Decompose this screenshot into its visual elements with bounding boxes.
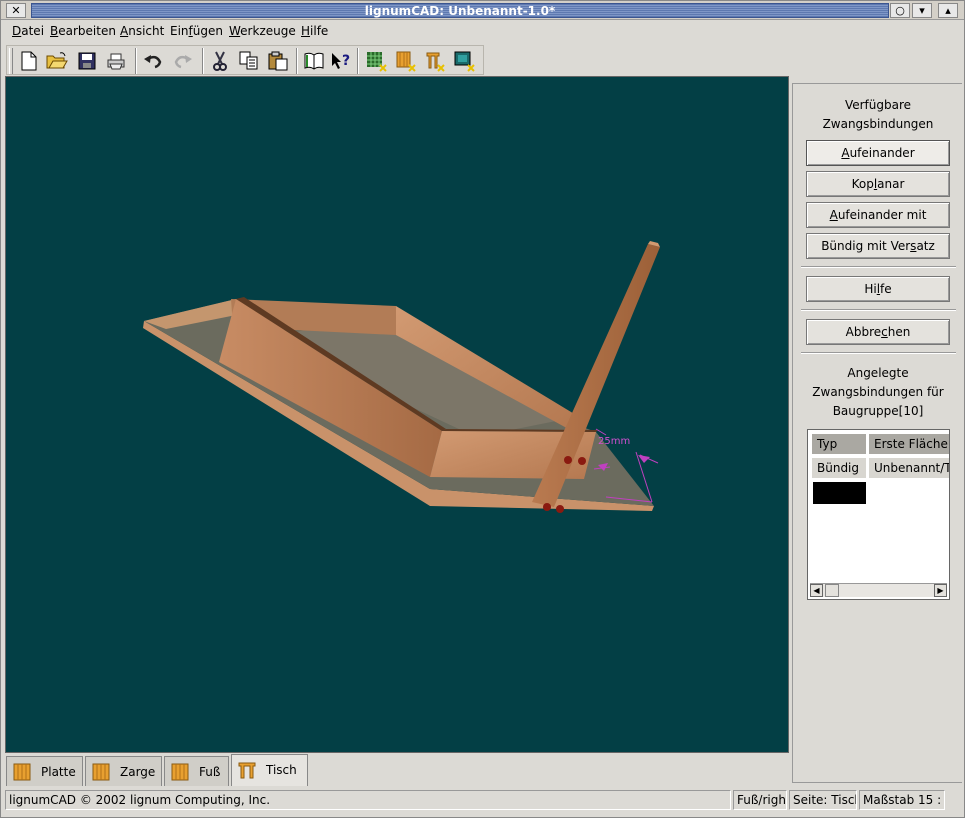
new-file-icon[interactable] bbox=[16, 49, 42, 73]
save-icon[interactable] bbox=[74, 49, 100, 73]
cut-icon[interactable] bbox=[207, 49, 233, 73]
model-render[interactable]: 25mm bbox=[6, 77, 789, 753]
paste-icon[interactable] bbox=[265, 49, 291, 73]
window-title: lignumCAD: Unbenannt-1.0* bbox=[364, 4, 556, 18]
menu-datei[interactable]: Datei bbox=[12, 24, 44, 38]
part-icon bbox=[13, 763, 31, 781]
panel-separator bbox=[801, 352, 956, 354]
buendig-versatz-button[interactable]: Bündig mit Versatz bbox=[806, 233, 950, 259]
help-book-icon[interactable] bbox=[301, 49, 327, 73]
new-page-icon[interactable] bbox=[363, 49, 389, 73]
minimize-window-button[interactable]: ▾ bbox=[912, 3, 932, 18]
main-toolbar: ? bbox=[6, 45, 484, 75]
menu-einfuegen[interactable]: Einfügen bbox=[170, 24, 223, 38]
page-tabs: Platte Zarge Fuß Tisch bbox=[6, 754, 790, 787]
title-bar[interactable]: ✕ lignumCAD: Unbenannt-1.0* ○ ▾ ▴ bbox=[1, 1, 964, 20]
panel-separator bbox=[801, 266, 956, 268]
status-copyright: lignumCAD © 2002 lignum Computing, Inc. bbox=[5, 790, 731, 810]
toolbar-grip[interactable] bbox=[9, 48, 13, 74]
close-window-button[interactable]: ✕ bbox=[6, 3, 26, 18]
status-page: Seite: Tisch bbox=[789, 790, 857, 810]
maximize-window-button[interactable]: ▴ bbox=[938, 3, 958, 18]
redo-icon[interactable] bbox=[170, 49, 196, 73]
copy-icon[interactable] bbox=[236, 49, 262, 73]
scroll-thumb[interactable] bbox=[825, 584, 839, 597]
aufeinander-abstand-button[interactable]: Aufeinander mit Abstand bbox=[806, 202, 950, 246]
menu-bearbeiten[interactable]: Bearbeiten bbox=[50, 24, 116, 38]
dimension-label: 25mm bbox=[598, 436, 630, 447]
status-scale: Maßstab 15 : 2 bbox=[859, 790, 945, 810]
aufeinander-button[interactable]: Aufeinander bbox=[806, 140, 950, 166]
undo-icon[interactable] bbox=[140, 49, 166, 73]
koplanar-button[interactable]: Koplanar bbox=[806, 171, 950, 197]
scroll-left-icon[interactable]: ◀ bbox=[810, 584, 823, 597]
print-icon[interactable] bbox=[103, 49, 129, 73]
column-header-typ[interactable]: Typ bbox=[811, 433, 867, 455]
part-icon bbox=[92, 763, 110, 781]
menu-ansicht[interactable]: Ansicht bbox=[120, 24, 164, 38]
whats-this-icon[interactable]: ? bbox=[328, 49, 354, 73]
table-horizontal-scrollbar[interactable]: ◀ ▶ bbox=[810, 583, 947, 597]
tab-platte[interactable]: Platte bbox=[6, 756, 83, 786]
tab-zarge[interactable]: Zarge bbox=[85, 756, 162, 786]
tab-tisch[interactable]: Tisch bbox=[231, 754, 308, 786]
application-window: ✕ lignumCAD: Unbenannt-1.0* ○ ▾ ▴ Datei … bbox=[0, 0, 965, 818]
title-stripe: lignumCAD: Unbenannt-1.0* bbox=[31, 3, 889, 18]
available-constraints-title: Verfügbare bbox=[844, 98, 912, 112]
toolbar-separator bbox=[357, 48, 359, 74]
toolbar-separator bbox=[296, 48, 298, 74]
table-cell-erste-flaeche[interactable]: Unbenannt/Ti bbox=[868, 457, 949, 479]
table-cell-typ[interactable]: Bündig bbox=[811, 457, 867, 479]
abbrechen-button[interactable]: Abbrechen bbox=[806, 319, 950, 345]
scroll-right-icon[interactable]: ▶ bbox=[934, 584, 947, 597]
menu-hilfe[interactable]: Hilfe bbox=[301, 24, 328, 38]
new-view-icon[interactable] bbox=[451, 49, 477, 73]
constraints-table[interactable]: Typ Erste Fläche Bündig Unbenannt/Ti ◀ ▶ bbox=[807, 429, 950, 600]
applied-constraints-assembly: Baugruppe[10] bbox=[832, 404, 924, 418]
svg-text:?: ? bbox=[342, 53, 350, 69]
table-cell-editing[interactable] bbox=[813, 482, 866, 504]
toolbar-separator bbox=[135, 48, 137, 74]
toolbar-separator bbox=[202, 48, 204, 74]
constraint-panel: Verfügbare Zwangsbindungen Aufeinander K… bbox=[792, 83, 962, 783]
new-assembly-icon[interactable] bbox=[421, 49, 447, 73]
open-folder-icon[interactable] bbox=[44, 49, 70, 73]
part-icon bbox=[171, 763, 189, 781]
hilfe-button[interactable]: Hilfe bbox=[806, 276, 950, 302]
shade-window-button[interactable]: ○ bbox=[890, 3, 910, 18]
bolt bbox=[556, 505, 564, 513]
panel-separator bbox=[801, 309, 956, 311]
column-header-erste-flaeche[interactable]: Erste Fläche bbox=[868, 433, 949, 455]
new-part-icon[interactable] bbox=[392, 49, 418, 73]
applied-constraints-subtitle: Zwangsbindungen für bbox=[812, 385, 944, 399]
tab-fuss[interactable]: Fuß bbox=[164, 756, 229, 786]
status-face: Fuß/right bbox=[733, 790, 787, 810]
menu-bar: Datei Bearbeiten Ansicht Einfügen Werkze… bbox=[3, 21, 963, 43]
bolt bbox=[543, 503, 551, 511]
bolt bbox=[578, 457, 586, 465]
menu-werkzeuge[interactable]: Werkzeuge bbox=[229, 24, 296, 38]
bolt bbox=[564, 456, 572, 464]
status-bar: lignumCAD © 2002 lignum Computing, Inc. … bbox=[5, 790, 962, 811]
assembly-icon bbox=[238, 762, 256, 779]
available-constraints-subtitle: Zwangsbindungen bbox=[822, 117, 934, 131]
applied-constraints-title: Angelegte bbox=[847, 366, 909, 380]
3d-viewport[interactable]: 25mm bbox=[5, 76, 789, 753]
